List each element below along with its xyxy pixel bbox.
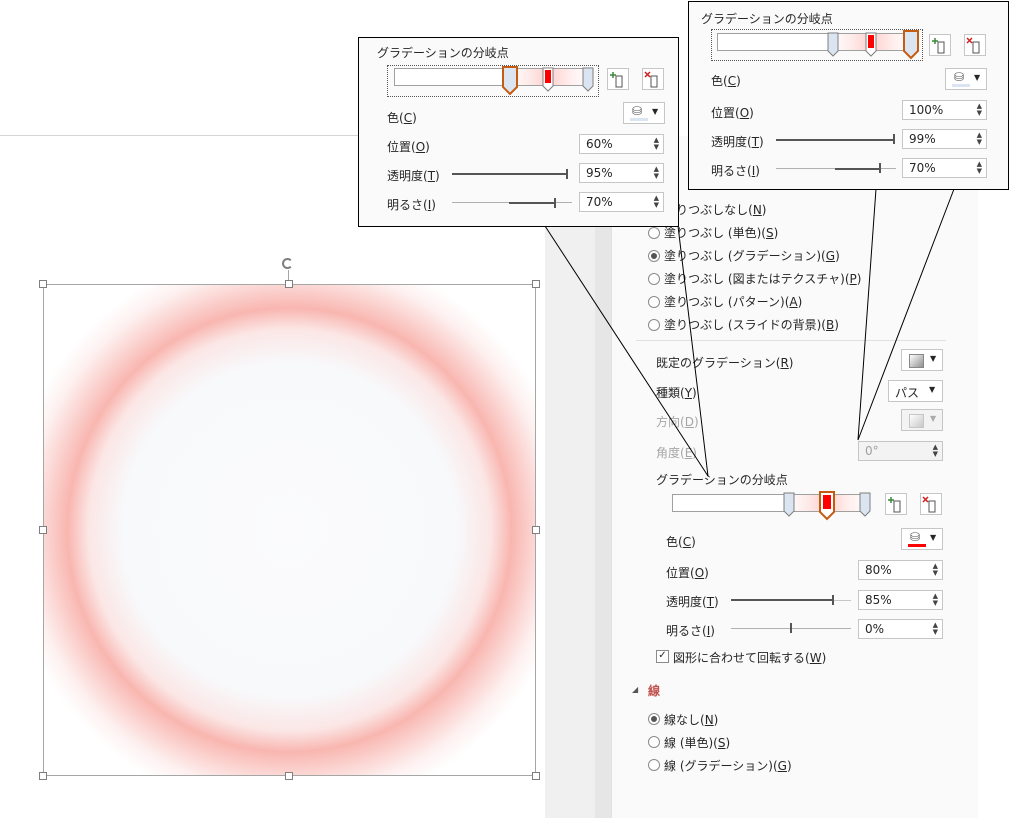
transparency-value: 95% [586, 166, 613, 180]
chevron-down-icon: ▼ [974, 73, 981, 82]
transparency-value: 99% [909, 132, 936, 146]
gradient-stop-handle[interactable] [827, 32, 839, 61]
callout-stop-100: グラデーションの分岐点 色(C) ⛁ ▼ 位置(O) 100% ▲ ▼ 透明度(T… [688, 1, 1009, 190]
spin-arrows-icon[interactable]: ▲ ▼ [654, 166, 659, 180]
position-label: 位置(O) [387, 140, 430, 154]
color-label: 色(C) [711, 74, 741, 88]
spin-arrows-icon[interactable]: ▲ ▼ [977, 161, 982, 175]
transparency-slider-track[interactable] [776, 139, 893, 141]
gradient-stops-bar[interactable] [394, 68, 592, 86]
remove-stop-button[interactable] [642, 68, 664, 90]
transparency-slider-track[interactable] [452, 173, 566, 175]
position-label: 位置(O) [711, 106, 754, 120]
brightness-slider-fill[interactable] [509, 202, 554, 204]
brightness-slider-thumb[interactable] [879, 163, 881, 173]
brightness-spinner[interactable]: 70% ▲ ▼ [579, 192, 664, 212]
gradient-stop-handle[interactable] [865, 32, 877, 61]
paint-bucket-icon: ⛁ [632, 104, 643, 118]
position-value: 100% [909, 103, 944, 117]
position-spinner[interactable]: 60% ▲ ▼ [579, 134, 664, 154]
paint-bucket-icon: ⛁ [954, 70, 965, 84]
brightness-slider-fill[interactable] [835, 168, 880, 170]
spin-arrows-icon[interactable]: ▲ ▼ [654, 137, 659, 151]
brightness-spinner[interactable]: 70% ▲ ▼ [902, 158, 987, 178]
position-spinner[interactable]: 100% ▲ ▼ [902, 100, 987, 120]
transparency-spinner[interactable]: 95% ▲ ▼ [579, 163, 664, 183]
brightness-value: 70% [586, 195, 613, 209]
transparency-slider-thumb[interactable] [566, 169, 568, 179]
add-stop-button[interactable] [929, 34, 951, 56]
remove-stop-icon [644, 71, 658, 88]
color-label: 色(C) [387, 111, 417, 125]
transparency-spinner[interactable]: 99% ▲ ▼ [902, 129, 987, 149]
gradient-stop-handle-selected[interactable] [502, 66, 518, 99]
gradient-stop-handle-selected[interactable] [903, 30, 919, 63]
remove-stop-button[interactable] [964, 34, 986, 56]
brightness-label: 明るさ(I) [387, 198, 436, 212]
gradient-stop-handle[interactable] [542, 67, 554, 96]
color-picker-button[interactable]: ⛁ ▼ [623, 102, 665, 124]
brightness-value: 70% [909, 161, 936, 175]
brightness-label: 明るさ(I) [711, 164, 760, 178]
gradient-stop-handle[interactable] [582, 67, 594, 96]
add-stop-icon [932, 38, 945, 54]
add-stop-icon [610, 72, 623, 88]
spin-arrows-icon[interactable]: ▲ ▼ [654, 195, 659, 209]
current-color-bar [630, 118, 648, 121]
callout-stop-60: グラデーションの分岐点 色(C) ⛁ ▼ 位置(O) 60% ▲ ▼ 透明度(T)… [358, 37, 679, 227]
remove-stop-icon [966, 37, 980, 54]
gradient-stops-bar[interactable] [717, 33, 915, 51]
brightness-slider-thumb[interactable] [554, 198, 556, 208]
transparency-label: 透明度(T) [711, 135, 764, 149]
transparency-label: 透明度(T) [387, 169, 440, 183]
position-value: 60% [586, 137, 613, 151]
callout-title: グラデーションの分岐点 [377, 46, 509, 60]
spin-arrows-icon[interactable]: ▲ ▼ [977, 103, 982, 117]
spin-arrows-icon[interactable]: ▲ ▼ [977, 132, 982, 146]
color-picker-button[interactable]: ⛁ ▼ [945, 68, 987, 90]
callout-title: グラデーションの分岐点 [701, 12, 833, 26]
transparency-slider-thumb[interactable] [893, 134, 895, 144]
current-color-bar [952, 84, 970, 87]
add-stop-button[interactable] [607, 68, 629, 90]
chevron-down-icon: ▼ [652, 107, 659, 116]
